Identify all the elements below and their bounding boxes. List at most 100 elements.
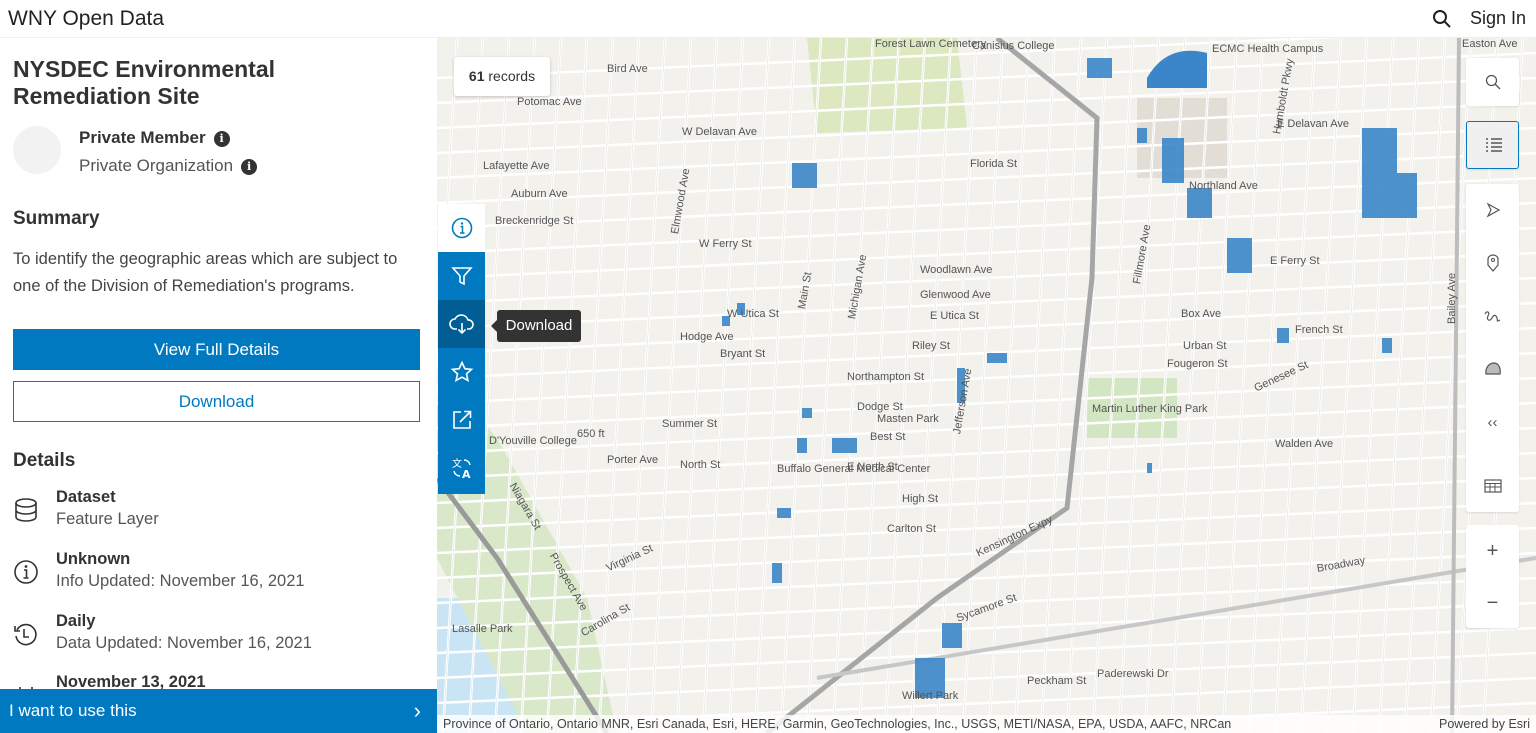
info-icon[interactable]: i <box>241 159 258 175</box>
database-icon <box>15 498 37 522</box>
drawing-tools-group: ‹‹ <box>1466 184 1519 464</box>
summary-text: To identify the geographic areas which a… <box>13 250 398 295</box>
organization-name: Private Organization i <box>79 156 258 176</box>
view-full-details-button[interactable]: View Full Details <box>13 329 420 370</box>
owner-name: Private Member i <box>79 128 230 148</box>
filter-tool-button[interactable] <box>438 252 485 300</box>
map-label: E Ferry St <box>1270 255 1320 267</box>
street-edge <box>1430 38 1472 733</box>
map-label: Porter Ave <box>607 454 659 466</box>
select-tool-button[interactable] <box>1466 187 1519 233</box>
avatar <box>13 126 61 174</box>
map-label: Urban St <box>1183 340 1227 352</box>
map-label: Glenwood Ave <box>920 289 991 301</box>
street-edge <box>1300 38 1342 733</box>
i-want-to-use-this-bar[interactable]: I want to use this › <box>0 689 437 733</box>
map-label: Bird Ave <box>607 63 648 75</box>
collapse-button[interactable]: ‹‹ <box>1466 399 1519 445</box>
detail-title: Daily <box>56 612 96 630</box>
translate-tool-button[interactable]: 文A <box>438 444 485 492</box>
line-tool-button[interactable] <box>1466 293 1519 339</box>
map-label: ECMC Health Campus <box>1212 43 1324 55</box>
map-label: Dodge St <box>857 401 903 413</box>
zoom-out-button[interactable]: − <box>1466 580 1519 626</box>
dataset-info-panel: NYSDEC Environmental Remediation Site Pr… <box>0 38 437 733</box>
map-label: D'Youville College <box>489 435 577 447</box>
remediation-site-feature <box>1162 138 1184 183</box>
table-button[interactable] <box>1466 463 1519 509</box>
powered-by-esri[interactable]: Powered by Esri <box>1439 715 1530 733</box>
download-icon <box>448 314 474 335</box>
detail-value: Info Updated: November 16, 2021 <box>56 572 305 590</box>
street-edge <box>728 38 770 733</box>
map-label: W Delavan Ave <box>682 126 758 138</box>
street <box>437 551 1536 605</box>
map-label: Martin Luther King Park <box>1092 403 1208 415</box>
map-label: Riley St <box>912 340 950 352</box>
point-tool-button[interactable] <box>1466 240 1519 286</box>
records-count: 61 <box>468 68 485 84</box>
info-tool-button[interactable] <box>438 204 485 252</box>
info-icon[interactable]: i <box>213 131 230 147</box>
street-edge <box>1014 38 1056 733</box>
street <box>437 626 1536 680</box>
street-edge <box>988 38 1030 733</box>
map-label: Easton Ave <box>1462 38 1518 50</box>
map-label: Auburn Ave <box>511 188 568 200</box>
filter-icon <box>450 267 473 286</box>
remediation-site-feature <box>1397 173 1417 218</box>
map-label: Lafayette Ave <box>483 160 550 172</box>
street <box>437 51 1536 105</box>
map-label: Fougeron St <box>1167 358 1228 370</box>
map-label: Woodlawn Ave <box>920 264 993 276</box>
street <box>437 351 1536 405</box>
download-tool-button[interactable] <box>438 300 485 348</box>
map-label: E Delavan Ave <box>1277 118 1349 130</box>
chevron-right-icon: › <box>413 698 421 723</box>
map-search-button[interactable] <box>1466 59 1519 105</box>
map-label: W Utica St <box>727 308 779 320</box>
map-label: Canisius College <box>972 40 1055 52</box>
detail-title: Dataset <box>56 488 116 506</box>
map-label: Carlton St <box>887 523 936 535</box>
remediation-site-feature <box>832 438 857 453</box>
map-label: Breckenridge St <box>495 215 574 227</box>
street-edge <box>624 38 666 733</box>
street-edge <box>1040 38 1082 733</box>
map-label: Walden Ave <box>1275 438 1334 450</box>
map-label: High St <box>902 493 939 505</box>
street-edge <box>702 38 744 733</box>
map-view[interactable]: Bird Ave Potomac Ave W Delavan Ave Lafayett… <box>437 38 1536 733</box>
favorite-tool-button[interactable] <box>438 348 485 396</box>
info-icon <box>14 560 38 584</box>
site-title[interactable]: WNY Open Data <box>8 7 164 31</box>
svg-text:A: A <box>462 468 471 480</box>
collapse-icon: ‹‹ <box>1487 413 1498 431</box>
download-button[interactable]: Download <box>13 381 420 422</box>
map-label: Forest Lawn Cemetery <box>875 38 987 50</box>
map-attribution: Province of Ontario, Ontario MNR, Esri C… <box>437 715 1536 733</box>
remediation-site-feature <box>942 623 962 648</box>
remediation-site-feature <box>1147 50 1207 88</box>
detail-item: Unknown Info Updated: November 16, 2021 <box>12 550 432 606</box>
street-edge <box>598 38 640 733</box>
map-label: Northland Ave <box>1189 180 1258 192</box>
share-icon <box>452 410 471 429</box>
zoom-in-button[interactable]: + <box>1466 528 1519 574</box>
remediation-site-feature <box>772 563 782 583</box>
map-label: Lasalle Park <box>452 623 513 635</box>
translate-icon: 文A <box>452 457 471 480</box>
map-label: Paderewski Dr <box>1097 668 1169 680</box>
remediation-site-feature <box>1137 128 1147 143</box>
legend-button[interactable] <box>1467 122 1520 168</box>
map-label: Summer St <box>662 418 718 430</box>
polygon-tool-button[interactable] <box>1466 346 1519 392</box>
detail-item: Dataset Feature Layer <box>12 488 432 544</box>
search-icon[interactable] <box>1432 9 1452 29</box>
remediation-site-feature <box>777 508 791 518</box>
street-edge <box>1274 38 1316 733</box>
share-tool-button[interactable] <box>438 396 485 444</box>
polygon-icon <box>1484 362 1501 375</box>
sign-in-link[interactable]: Sign In <box>1470 8 1526 29</box>
map-label: Willert Park <box>902 690 959 702</box>
